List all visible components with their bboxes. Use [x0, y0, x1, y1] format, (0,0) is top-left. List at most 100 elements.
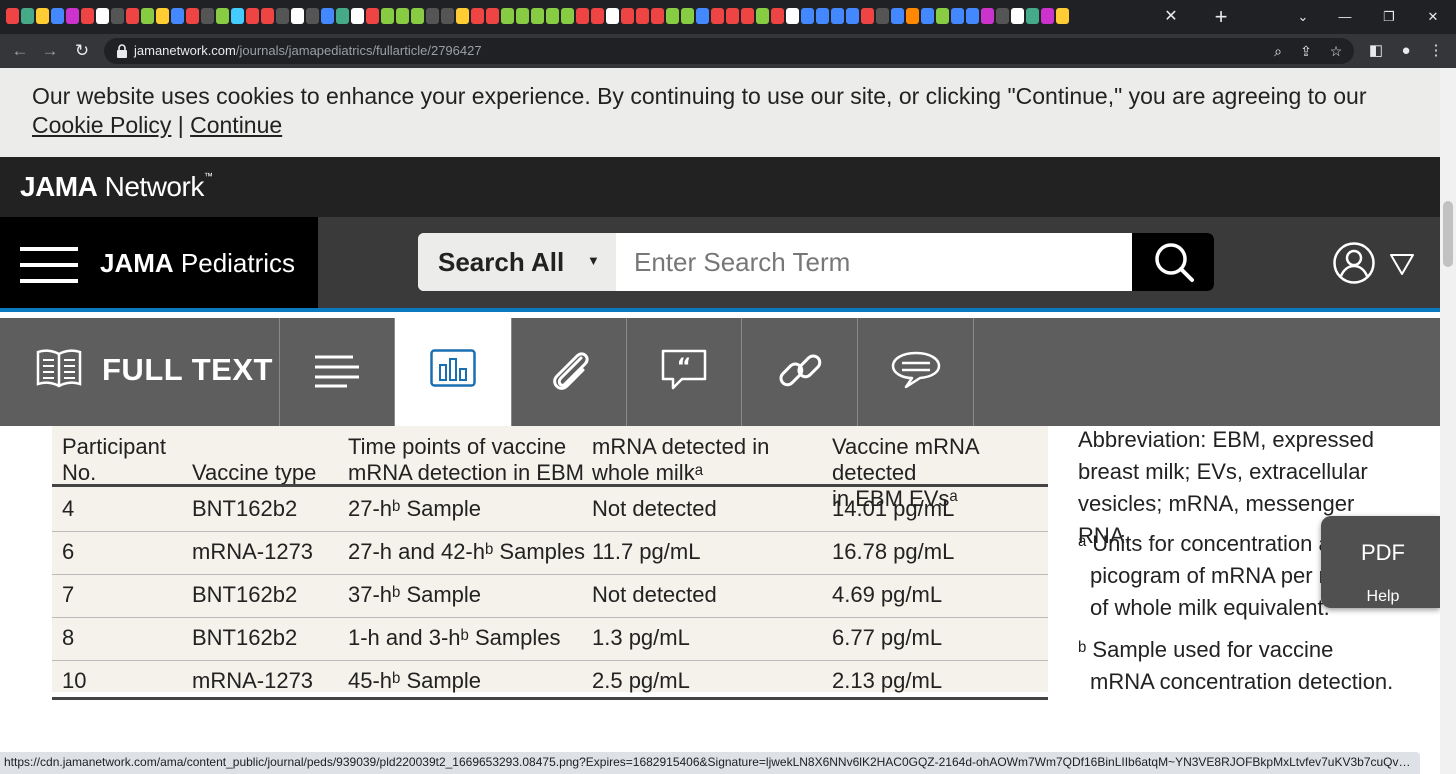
jama-network-logo[interactable]: JAMA Network™: [20, 171, 213, 203]
tab-favicon-icon[interactable]: [591, 8, 604, 24]
cookie-policy-link[interactable]: Cookie Policy: [32, 112, 171, 138]
tab-favicon-icon[interactable]: [621, 8, 634, 24]
tab-favicon-icon[interactable]: [66, 8, 79, 24]
tab-favicon-icon[interactable]: [681, 8, 694, 24]
minimize-button[interactable]: —: [1332, 6, 1358, 28]
new-tab-button[interactable]: +: [1208, 5, 1234, 29]
forward-arrow-icon[interactable]: →: [38, 39, 62, 63]
page-scrollbar[interactable]: [1440, 68, 1456, 774]
tab-favicon-icon[interactable]: [1056, 8, 1069, 24]
tab-favicon-icon[interactable]: [411, 8, 424, 24]
close-window-button[interactable]: ✕: [1420, 6, 1446, 28]
back-arrow-icon[interactable]: ←: [8, 39, 32, 63]
tab-favicon-icon[interactable]: [441, 8, 454, 24]
tab-search-icon[interactable]: ⌄: [1290, 6, 1316, 28]
tab-favicon-icon[interactable]: [876, 8, 889, 24]
tab-favicon-icon[interactable]: [921, 8, 934, 24]
tab-comments[interactable]: [858, 318, 974, 426]
tab-favicon-icon[interactable]: [951, 8, 964, 24]
tab-favicon-icon[interactable]: [366, 8, 379, 24]
tab-favicon-icon[interactable]: [216, 8, 229, 24]
tab-favicon-icon[interactable]: [666, 8, 679, 24]
tab-favicon-icon[interactable]: [201, 8, 214, 24]
tab-related-links[interactable]: [742, 318, 858, 426]
tab-favicon-icon[interactable]: [711, 8, 724, 24]
journal-title[interactable]: JAMA Pediatrics: [100, 248, 295, 279]
tab-favicon-icon[interactable]: [531, 8, 544, 24]
tab-favicon-icon[interactable]: [1026, 8, 1039, 24]
tab-favicon-icon[interactable]: [801, 8, 814, 24]
tab-favicon-icon[interactable]: [906, 8, 919, 24]
tab-favicon-icon[interactable]: [156, 8, 169, 24]
tab-favicon-icon[interactable]: [486, 8, 499, 24]
tab-favicon-icon[interactable]: [231, 8, 244, 24]
tab-favicon-icon[interactable]: [996, 8, 1009, 24]
pdf-button[interactable]: PDF: [1321, 540, 1440, 566]
tab-favicon-icon[interactable]: [456, 8, 469, 24]
account-menu-caret-icon[interactable]: [1388, 251, 1416, 277]
tab-favicon-icon[interactable]: [831, 8, 844, 24]
tab-favicon-icon[interactable]: [861, 8, 874, 24]
tab-favicon-icon[interactable]: [186, 8, 199, 24]
tab-favicon-icon[interactable]: [171, 8, 184, 24]
user-account-icon[interactable]: [1332, 241, 1376, 285]
tab-favicon-icon[interactable]: [261, 8, 274, 24]
tab-favicon-icon[interactable]: [396, 8, 409, 24]
tab-favicon-icon[interactable]: [981, 8, 994, 24]
address-bar[interactable]: jamanetwork.com/journals/jamapediatrics/…: [104, 38, 1354, 64]
tab-favicon-icon[interactable]: [246, 8, 259, 24]
profile-icon[interactable]: ●: [1396, 41, 1416, 61]
hamburger-menu-icon[interactable]: [20, 247, 78, 283]
tab-favicon-icon[interactable]: [471, 8, 484, 24]
tab-favicon-icon[interactable]: [501, 8, 514, 24]
tab-favicon-list[interactable]: [6, 8, 1156, 26]
pdf-download-widget[interactable]: PDF Help: [1321, 516, 1440, 608]
tab-cite[interactable]: “: [627, 318, 742, 426]
tab-favicon-icon[interactable]: [771, 8, 784, 24]
tab-favicon-icon[interactable]: [891, 8, 904, 24]
reload-icon[interactable]: ↻: [70, 39, 94, 63]
tab-favicon-icon[interactable]: [636, 8, 649, 24]
tab-favicon-icon[interactable]: [606, 8, 619, 24]
cookie-continue-link[interactable]: Continue: [190, 112, 282, 138]
tab-favicon-icon[interactable]: [291, 8, 304, 24]
tab-favicon-icon[interactable]: [51, 8, 64, 24]
tab-favicon-icon[interactable]: [36, 8, 49, 24]
tab-favicon-icon[interactable]: [141, 8, 154, 24]
tab-supplements[interactable]: [512, 318, 627, 426]
tab-favicon-icon[interactable]: [741, 8, 754, 24]
tab-favicon-icon[interactable]: [561, 8, 574, 24]
tab-figures-tables[interactable]: [395, 318, 512, 426]
tab-favicon-icon[interactable]: [651, 8, 664, 24]
tab-favicon-icon[interactable]: [576, 8, 589, 24]
tab-full-text[interactable]: FULL TEXT: [0, 318, 280, 426]
tab-favicon-icon[interactable]: [336, 8, 349, 24]
tab-favicon-icon[interactable]: [81, 8, 94, 24]
tab-favicon-icon[interactable]: [1041, 8, 1054, 24]
tab-article-outline[interactable]: [280, 318, 395, 426]
tab-favicon-icon[interactable]: [111, 8, 124, 24]
tab-favicon-icon[interactable]: [726, 8, 739, 24]
tab-favicon-icon[interactable]: [21, 8, 34, 24]
tab-favicon-icon[interactable]: [306, 8, 319, 24]
tab-favicon-icon[interactable]: [966, 8, 979, 24]
tab-favicon-icon[interactable]: [126, 8, 139, 24]
tab-favicon-icon[interactable]: [846, 8, 859, 24]
menu-kebab-icon[interactable]: ⋮: [1426, 41, 1446, 61]
share-icon[interactable]: ⇪: [1296, 41, 1316, 61]
zoom-icon[interactable]: ⌕: [1268, 41, 1288, 61]
scrollbar-thumb[interactable]: [1443, 201, 1453, 267]
tab-close-icon[interactable]: ✕: [1160, 6, 1182, 28]
tab-favicon-icon[interactable]: [696, 8, 709, 24]
tab-favicon-icon[interactable]: [351, 8, 364, 24]
side-panel-icon[interactable]: ◧: [1366, 41, 1386, 61]
tab-favicon-icon[interactable]: [546, 8, 559, 24]
tab-favicon-icon[interactable]: [6, 8, 19, 24]
tab-favicon-icon[interactable]: [321, 8, 334, 24]
tab-favicon-icon[interactable]: [276, 8, 289, 24]
search-button[interactable]: [1132, 233, 1214, 291]
bookmark-star-icon[interactable]: ☆: [1326, 41, 1346, 61]
tab-favicon-icon[interactable]: [96, 8, 109, 24]
maximize-button[interactable]: ❐: [1376, 6, 1402, 28]
tab-favicon-icon[interactable]: [516, 8, 529, 24]
